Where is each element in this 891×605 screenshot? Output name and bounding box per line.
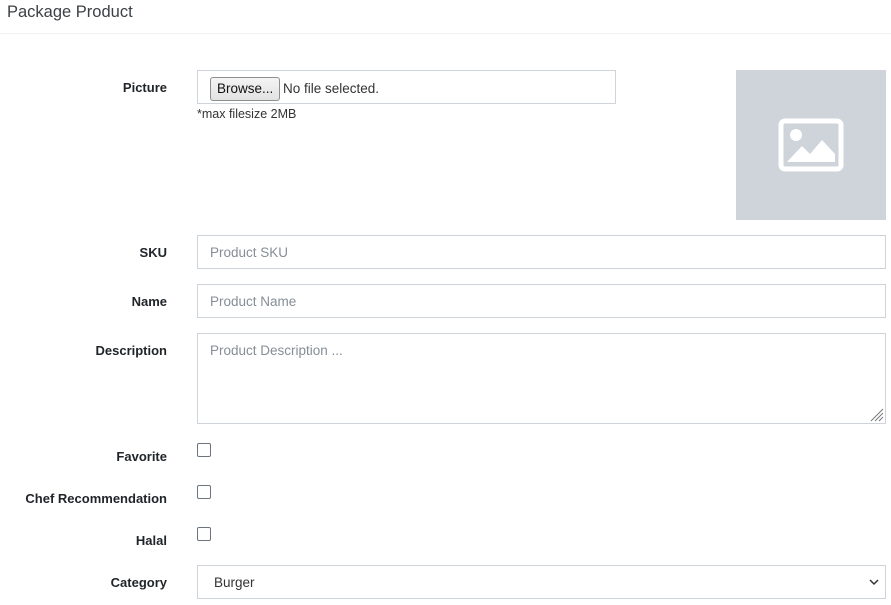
filesize-hint: *max filesize 2MB xyxy=(197,107,297,121)
file-status-text: No file selected. xyxy=(283,81,380,96)
category-selected-value: Burger xyxy=(214,575,255,590)
picture-label: Picture xyxy=(122,80,167,95)
resize-grip-icon[interactable] xyxy=(868,406,884,422)
name-input[interactable] xyxy=(197,284,886,318)
name-label: Name xyxy=(131,294,167,309)
browse-button[interactable]: Browse... xyxy=(210,77,281,101)
description-label: Description xyxy=(95,343,167,358)
image-icon xyxy=(778,118,844,172)
page-header: Package Product xyxy=(0,0,891,34)
halal-checkbox[interactable] xyxy=(197,527,211,541)
sku-label: SKU xyxy=(139,245,167,260)
category-select[interactable]: Burger xyxy=(197,565,886,599)
picture-preview xyxy=(736,70,886,220)
chevron-down-icon xyxy=(869,579,879,586)
chef-recommendation-label: Chef Recommendation xyxy=(25,491,167,506)
favorite-label: Favorite xyxy=(116,449,167,464)
sku-input[interactable] xyxy=(197,235,886,269)
chef-recommendation-checkbox[interactable] xyxy=(197,485,211,499)
description-textarea[interactable] xyxy=(197,333,886,424)
favorite-checkbox[interactable] xyxy=(197,443,211,457)
category-label: Category xyxy=(110,575,167,590)
page-title: Package Product xyxy=(7,3,133,21)
halal-label: Halal xyxy=(135,533,167,548)
picture-file-input[interactable]: Browse... No file selected. xyxy=(197,70,616,104)
